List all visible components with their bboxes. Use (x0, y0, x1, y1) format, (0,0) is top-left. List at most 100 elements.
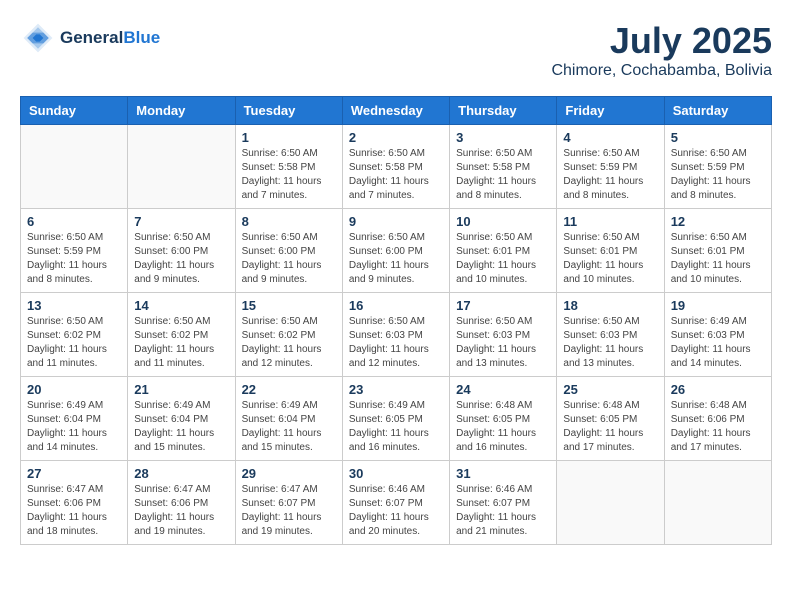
calendar-cell: 9 Sunrise: 6:50 AM Sunset: 6:00 PM Daylig… (342, 209, 449, 293)
calendar-cell: 17Sunrise: 6:50 AM Sunset: 6:03 PM Dayli… (450, 293, 557, 377)
day-info: Sunrise: 6:48 AM Sunset: 6:05 PM Dayligh… (563, 399, 657, 455)
day-number: 17 (456, 298, 550, 313)
day-info: Sunrise: 6:47 AM Sunset: 6:06 PM Dayligh… (27, 483, 121, 539)
day-info: Sunrise: 6:49 AM Sunset: 6:04 PM Dayligh… (242, 399, 336, 455)
calendar-cell: 5 Sunrise: 6:50 AM Sunset: 5:59 PM Daylig… (664, 125, 771, 209)
calendar-cell: 24 Sunrise: 6:48 AM Sunset: 6:05 PM Dayli… (450, 377, 557, 461)
day-info: Sunrise: 6:49 AM Sunset: 6:03 PM Dayligh… (671, 315, 765, 371)
day-number: 5 (671, 130, 765, 145)
day-number: 18 (563, 298, 657, 313)
day-info: Sunrise: 6:47 AM Sunset: 6:07 PM Dayligh… (242, 483, 336, 539)
day-info: Sunrise: 6:47 AM Sunset: 6:06 PM Dayligh… (134, 483, 228, 539)
day-info: Sunrise: 6:46 AM Sunset: 6:07 PM Dayligh… (349, 483, 443, 539)
weekday-header-tuesday: Tuesday (235, 97, 342, 125)
calendar-week-row: 20 Sunrise: 6:49 AM Sunset: 6:04 PM Dayli… (21, 377, 772, 461)
calendar-cell: 7 Sunrise: 6:50 AM Sunset: 6:00 PM Daylig… (128, 209, 235, 293)
calendar-cell: 20 Sunrise: 6:49 AM Sunset: 6:04 PM Dayli… (21, 377, 128, 461)
day-number: 26 (671, 382, 765, 397)
day-info: Sunrise: 6:50 AM Sunset: 6:02 PM Dayligh… (27, 315, 121, 371)
calendar-cell: 25 Sunrise: 6:48 AM Sunset: 6:05 PM Dayli… (557, 377, 664, 461)
day-number: 13 (27, 298, 121, 313)
day-number: 31 (456, 466, 550, 481)
calendar-cell: 6 Sunrise: 6:50 AM Sunset: 5:59 PM Daylig… (21, 209, 128, 293)
weekday-header-wednesday: Wednesday (342, 97, 449, 125)
day-number: 25 (563, 382, 657, 397)
day-info: Sunrise: 6:46 AM Sunset: 6:07 PM Dayligh… (456, 483, 550, 539)
logo-icon (20, 20, 56, 56)
day-info: Sunrise: 6:49 AM Sunset: 6:04 PM Dayligh… (134, 399, 228, 455)
day-info: Sunrise: 6:48 AM Sunset: 6:06 PM Dayligh… (671, 399, 765, 455)
day-info: Sunrise: 6:50 AM Sunset: 6:01 PM Dayligh… (671, 231, 765, 287)
day-number: 10 (456, 214, 550, 229)
calendar-cell (128, 125, 235, 209)
logo: GeneralBlue (20, 20, 160, 56)
location: Chimore, Cochabamba, Bolivia (551, 62, 772, 80)
calendar-cell: 11Sunrise: 6:50 AM Sunset: 6:01 PM Dayli… (557, 209, 664, 293)
day-info: Sunrise: 6:50 AM Sunset: 5:59 PM Dayligh… (671, 147, 765, 203)
weekday-header-sunday: Sunday (21, 97, 128, 125)
day-info: Sunrise: 6:50 AM Sunset: 6:00 PM Dayligh… (134, 231, 228, 287)
day-info: Sunrise: 6:50 AM Sunset: 5:58 PM Dayligh… (242, 147, 336, 203)
weekday-header-monday: Monday (128, 97, 235, 125)
day-number: 9 (349, 214, 443, 229)
calendar-cell: 2 Sunrise: 6:50 AM Sunset: 5:58 PM Daylig… (342, 125, 449, 209)
calendar-cell: 23Sunrise: 6:49 AM Sunset: 6:05 PM Dayli… (342, 377, 449, 461)
day-info: Sunrise: 6:50 AM Sunset: 6:01 PM Dayligh… (563, 231, 657, 287)
month-title: July 2025 (551, 20, 772, 62)
day-number: 7 (134, 214, 228, 229)
day-info: Sunrise: 6:50 AM Sunset: 6:02 PM Dayligh… (242, 315, 336, 371)
day-number: 12 (671, 214, 765, 229)
day-number: 15 (242, 298, 336, 313)
day-number: 21 (134, 382, 228, 397)
calendar-table: SundayMondayTuesdayWednesdayThursdayFrid… (20, 96, 772, 545)
day-number: 19 (671, 298, 765, 313)
day-info: Sunrise: 6:50 AM Sunset: 5:58 PM Dayligh… (349, 147, 443, 203)
day-info: Sunrise: 6:50 AM Sunset: 6:02 PM Dayligh… (134, 315, 228, 371)
calendar-cell: 3Sunrise: 6:50 AM Sunset: 5:58 PM Daylig… (450, 125, 557, 209)
calendar-cell (664, 461, 771, 545)
calendar-cell: 4 Sunrise: 6:50 AM Sunset: 5:59 PM Daylig… (557, 125, 664, 209)
calendar-week-row: 6 Sunrise: 6:50 AM Sunset: 5:59 PM Daylig… (21, 209, 772, 293)
calendar-week-row: 27Sunrise: 6:47 AM Sunset: 6:06 PM Dayli… (21, 461, 772, 545)
day-info: Sunrise: 6:50 AM Sunset: 6:03 PM Dayligh… (349, 315, 443, 371)
day-info: Sunrise: 6:49 AM Sunset: 6:05 PM Dayligh… (349, 399, 443, 455)
day-number: 2 (349, 130, 443, 145)
logo-text: GeneralBlue (60, 28, 160, 48)
day-info: Sunrise: 6:50 AM Sunset: 5:59 PM Dayligh… (563, 147, 657, 203)
day-info: Sunrise: 6:50 AM Sunset: 6:00 PM Dayligh… (349, 231, 443, 287)
calendar-week-row: 13 Sunrise: 6:50 AM Sunset: 6:02 PM Dayli… (21, 293, 772, 377)
day-info: Sunrise: 6:48 AM Sunset: 6:05 PM Dayligh… (456, 399, 550, 455)
title-area: July 2025 Chimore, Cochabamba, Bolivia (551, 20, 772, 80)
day-number: 6 (27, 214, 121, 229)
day-number: 30 (349, 466, 443, 481)
day-number: 8 (242, 214, 336, 229)
calendar-cell: 22 Sunrise: 6:49 AM Sunset: 6:04 PM Dayli… (235, 377, 342, 461)
day-info: Sunrise: 6:50 AM Sunset: 6:03 PM Dayligh… (563, 315, 657, 371)
day-number: 1 (242, 130, 336, 145)
day-info: Sunrise: 6:50 AM Sunset: 6:01 PM Dayligh… (456, 231, 550, 287)
calendar-week-row: 1 Sunrise: 6:50 AM Sunset: 5:58 PM Daylig… (21, 125, 772, 209)
day-info: Sunrise: 6:49 AM Sunset: 6:04 PM Dayligh… (27, 399, 121, 455)
calendar-cell: 14 Sunrise: 6:50 AM Sunset: 6:02 PM Dayli… (128, 293, 235, 377)
calendar-cell (557, 461, 664, 545)
day-number: 16 (349, 298, 443, 313)
day-info: Sunrise: 6:50 AM Sunset: 5:58 PM Dayligh… (456, 147, 550, 203)
day-info: Sunrise: 6:50 AM Sunset: 5:59 PM Dayligh… (27, 231, 121, 287)
day-number: 20 (27, 382, 121, 397)
day-number: 29 (242, 466, 336, 481)
calendar-cell: 8Sunrise: 6:50 AM Sunset: 6:00 PM Daylig… (235, 209, 342, 293)
calendar-cell: 16 Sunrise: 6:50 AM Sunset: 6:03 PM Dayli… (342, 293, 449, 377)
calendar-cell: 27Sunrise: 6:47 AM Sunset: 6:06 PM Dayli… (21, 461, 128, 545)
calendar-cell: 15 Sunrise: 6:50 AM Sunset: 6:02 PM Dayli… (235, 293, 342, 377)
calendar-cell: 30 Sunrise: 6:46 AM Sunset: 6:07 PM Dayli… (342, 461, 449, 545)
weekday-header-friday: Friday (557, 97, 664, 125)
day-number: 14 (134, 298, 228, 313)
weekday-header-thursday: Thursday (450, 97, 557, 125)
calendar-cell: 12 Sunrise: 6:50 AM Sunset: 6:01 PM Dayli… (664, 209, 771, 293)
day-number: 22 (242, 382, 336, 397)
day-number: 24 (456, 382, 550, 397)
calendar-cell: 19 Sunrise: 6:49 AM Sunset: 6:03 PM Dayli… (664, 293, 771, 377)
calendar-cell (21, 125, 128, 209)
day-number: 4 (563, 130, 657, 145)
calendar-cell: 10 Sunrise: 6:50 AM Sunset: 6:01 PM Dayli… (450, 209, 557, 293)
